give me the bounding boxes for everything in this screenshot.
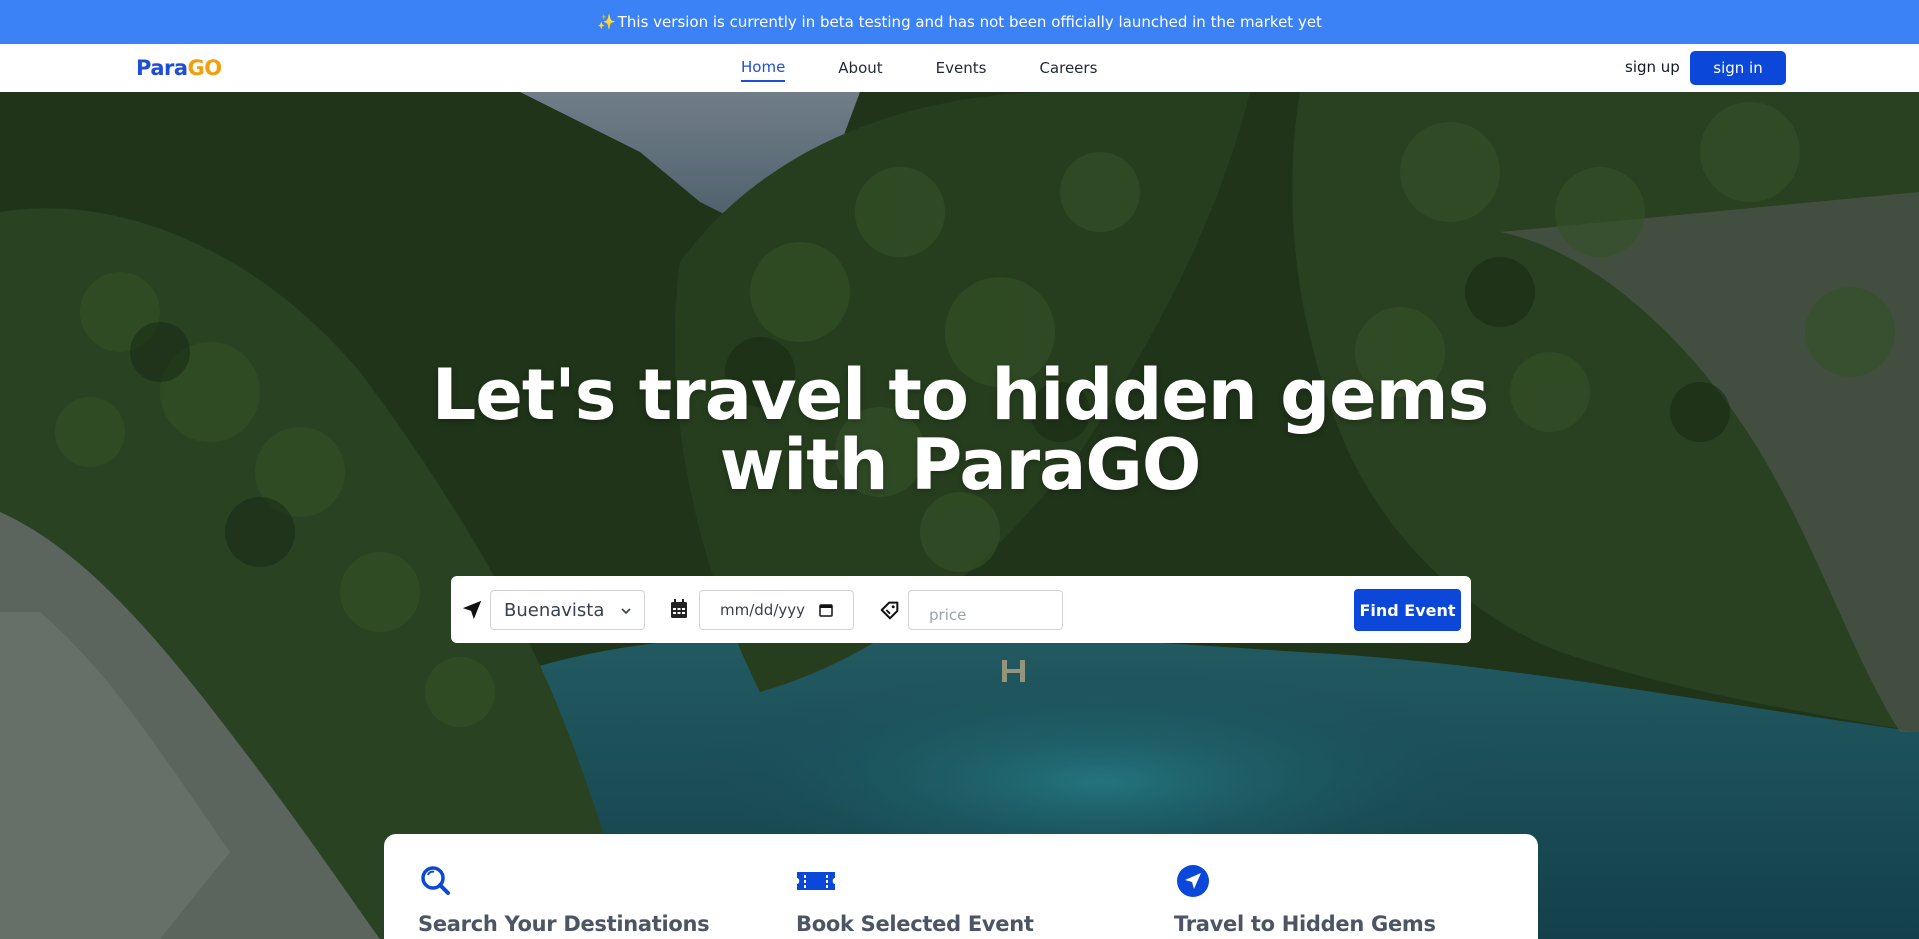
beta-banner-text: This version is currently in beta testin… xyxy=(617,13,1322,31)
hero-section: Let's travel to hidden gems with ParaGO … xyxy=(0,92,1919,939)
price-tag-icon xyxy=(880,601,899,620)
location-select[interactable]: Buenavista xyxy=(490,590,645,630)
navigation-arrow-icon xyxy=(462,600,482,620)
navbar: Para GO Home About Events Careers sign up… xyxy=(0,44,1919,92)
find-event-button[interactable]: Find Event xyxy=(1354,589,1461,631)
logo-part-go: GO xyxy=(187,56,223,80)
hero-title-line1: Let's travel to hidden gems xyxy=(431,354,1490,436)
hero-background-image xyxy=(0,92,1919,939)
nav-home[interactable]: Home xyxy=(741,54,786,82)
sign-up-link[interactable]: sign up xyxy=(1625,58,1680,76)
sign-in-button[interactable]: sign in xyxy=(1690,51,1786,85)
features-card: Search Your Destinations Book Selected E… xyxy=(384,834,1538,939)
nav-about[interactable]: About xyxy=(838,55,882,81)
hero-title-line2: with ParaGO xyxy=(719,424,1202,506)
feature-search: Search Your Destinations xyxy=(418,864,710,936)
date-input[interactable]: mm/dd/yyy xyxy=(699,590,854,630)
feature-book: Book Selected Event xyxy=(796,864,1034,936)
chevron-down-icon xyxy=(621,608,631,615)
navigation-circle-icon xyxy=(1177,865,1209,897)
parago-logo[interactable]: Para GO xyxy=(136,54,222,82)
nav-links: Home About Events Careers xyxy=(741,44,1150,92)
calendar-icon xyxy=(671,599,687,618)
logo-part-para: Para xyxy=(136,56,188,80)
price-input[interactable] xyxy=(908,590,1063,630)
search-icon xyxy=(421,866,450,895)
feature-travel-title: Travel to Hidden Gems xyxy=(1174,912,1436,936)
date-input-placeholder: mm/dd/yyy xyxy=(720,601,806,619)
hero-title: Let's travel to hidden gems with ParaGO xyxy=(360,360,1560,500)
nav-events[interactable]: Events xyxy=(936,55,987,81)
location-select-value: Buenavista xyxy=(504,600,605,621)
event-search-bar: Buenavista mm/dd/yyy Find xyxy=(451,576,1471,643)
date-picker-icon[interactable] xyxy=(819,603,833,617)
feature-book-title: Book Selected Event xyxy=(796,912,1034,936)
feature-search-title: Search Your Destinations xyxy=(418,912,710,936)
nav-careers[interactable]: Careers xyxy=(1039,55,1097,81)
beta-banner: ✨ This version is currently in beta test… xyxy=(0,0,1919,44)
sparkle-icon: ✨ xyxy=(597,13,616,31)
ticket-icon xyxy=(797,872,835,890)
feature-travel: Travel to Hidden Gems xyxy=(1174,864,1436,936)
